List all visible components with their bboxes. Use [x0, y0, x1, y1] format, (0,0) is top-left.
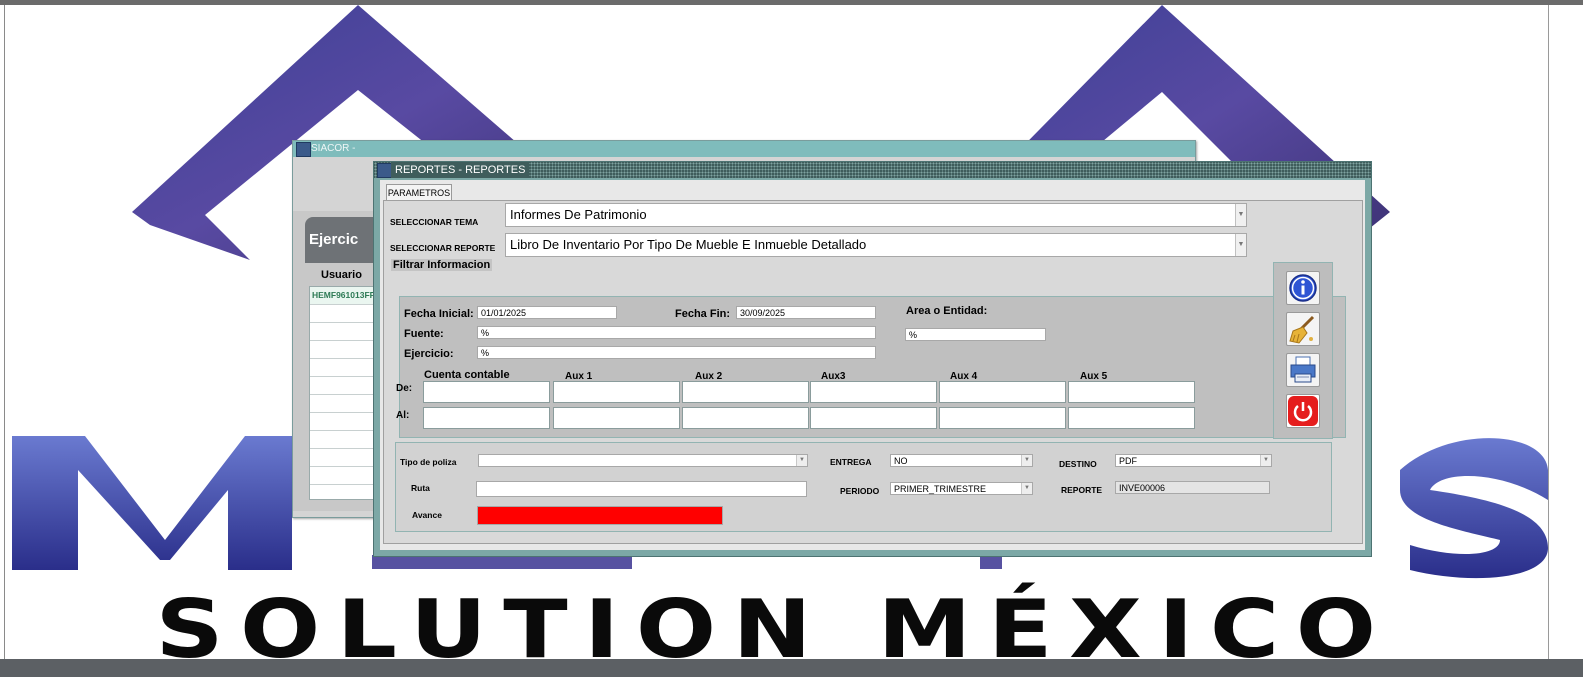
entrega-label: ENTREGA [830, 457, 872, 467]
tema-value: Informes De Patrimonio [510, 207, 647, 222]
tipo-poliza-label: Tipo de poliza [400, 457, 457, 467]
reporte-code-label: REPORTE [1061, 485, 1103, 495]
filter-panel: Fecha Inicial: 01/01/2025 Fecha Fin: 30/… [396, 296, 1346, 438]
table-row[interactable] [310, 305, 376, 323]
tab-parametros[interactable]: PARAMETROS [386, 184, 452, 201]
area-entidad-label: Area o Entidad: [906, 305, 988, 317]
action-button-panel [1273, 262, 1333, 439]
fecha-inicial-label: Fecha Inicial: [404, 308, 474, 320]
ruta-label: Ruta [411, 483, 430, 493]
table-row[interactable] [310, 449, 376, 467]
clear-button[interactable] [1286, 312, 1320, 346]
table-row[interactable] [310, 413, 376, 431]
print-button[interactable] [1286, 353, 1320, 387]
al-label: Al: [396, 410, 410, 421]
table-row[interactable] [310, 341, 376, 359]
tema-select[interactable]: Informes De Patrimonio ▼ [505, 203, 1247, 227]
table-row[interactable] [310, 467, 376, 485]
logo-letter-s [1400, 438, 1548, 579]
chevron-down-icon[interactable]: ▼ [1260, 455, 1271, 466]
avance-progress-fill [478, 507, 722, 524]
al-aux5-input[interactable] [1068, 407, 1195, 429]
al-aux2-input[interactable] [682, 407, 809, 429]
filtrar-informacion-label: Filtrar Informacion [391, 259, 493, 271]
reportes-client-area: PARAMETROS SELECCIONAR TEMA Informes De … [380, 180, 1365, 550]
de-label: De: [396, 383, 413, 394]
table-row[interactable] [310, 431, 376, 449]
destino-label: DESTINO [1059, 459, 1097, 469]
logo-stroke-2 [980, 555, 1002, 569]
chevron-down-icon[interactable]: ▼ [796, 455, 807, 466]
reportes-titlebar[interactable]: REPORTES - REPORTES [374, 162, 1371, 178]
entrega-value: NO [894, 456, 908, 466]
table-row[interactable] [310, 377, 376, 395]
de-aux3-input[interactable] [810, 381, 937, 403]
logo-text: SOLUTION MÉXICO [155, 583, 1393, 676]
chevron-down-icon[interactable]: ▼ [1021, 483, 1032, 494]
al-aux1-input[interactable] [553, 407, 680, 429]
periodo-label: PERIODO [840, 486, 880, 496]
exit-button[interactable] [1286, 394, 1320, 428]
fecha-fin-field[interactable]: 30/09/2025 [736, 306, 876, 319]
tipo-poliza-select[interactable]: ▼ [478, 454, 808, 467]
table-row[interactable]: HEMF961013FP [310, 287, 378, 305]
reportes-window[interactable]: REPORTES - REPORTES PARAMETROS SELECCION… [373, 161, 1372, 557]
periodo-value: PRIMER_TRIMESTRE [894, 484, 987, 494]
table-row[interactable] [310, 395, 376, 413]
usuario-column-header: Usuario [321, 269, 362, 281]
parametros-tab-body: SELECCIONAR TEMA Informes De Patrimonio … [383, 200, 1363, 544]
info-icon [1289, 274, 1317, 302]
app-icon [296, 142, 311, 157]
ejercicio-field[interactable]: % [477, 346, 876, 359]
periodo-select[interactable]: PRIMER_TRIMESTRE ▼ [890, 482, 1033, 495]
de-aux5-input[interactable] [1068, 381, 1195, 403]
al-aux3-input[interactable] [810, 407, 937, 429]
reporte-code-field: INVE00006 [1115, 481, 1270, 494]
al-cuenta-input[interactable] [423, 407, 550, 429]
app-icon [377, 163, 392, 178]
printer-icon [1290, 356, 1316, 383]
chevron-down-icon[interactable]: ▼ [1235, 234, 1246, 256]
broom-icon [1289, 315, 1315, 344]
fuente-field[interactable]: % [477, 326, 876, 339]
ejercicio-label: Ejercicio: [404, 348, 454, 360]
output-panel: Tipo de poliza ▼ Ruta Avance ENTREGA NO … [395, 442, 1332, 532]
reportes-title: REPORTES - REPORTES [391, 162, 530, 178]
chevron-down-icon[interactable]: ▼ [1235, 204, 1246, 226]
reporte-label: SELECCIONAR REPORTE [390, 243, 496, 253]
usuario-grid[interactable]: HEMF961013FP [309, 286, 378, 500]
table-row[interactable] [310, 359, 376, 377]
power-icon [1288, 396, 1318, 426]
avance-label: Avance [412, 510, 442, 520]
de-aux1-input[interactable] [553, 381, 680, 403]
logo-letter-m [12, 436, 292, 570]
siacor-title: SIACOR - [311, 143, 356, 154]
de-aux4-input[interactable] [939, 381, 1066, 403]
entrega-select[interactable]: NO ▼ [890, 454, 1033, 467]
bottom-taskbar [0, 659, 1583, 677]
ejercicio-heading: Ejercic [309, 231, 359, 248]
destino-value: PDF [1119, 456, 1137, 466]
avance-progress-track [477, 506, 723, 525]
tema-label: SELECCIONAR TEMA [390, 217, 479, 227]
cuenta-contable-label: Cuenta contable [424, 369, 510, 381]
al-aux4-input[interactable] [939, 407, 1066, 429]
de-aux2-input[interactable] [682, 381, 809, 403]
info-button[interactable] [1286, 271, 1320, 305]
siacor-titlebar[interactable]: SIACOR - [293, 141, 1195, 157]
logo-stroke [372, 555, 632, 569]
destino-select[interactable]: PDF ▼ [1115, 454, 1272, 467]
fuente-label: Fuente: [404, 328, 444, 340]
chevron-down-icon[interactable]: ▼ [1021, 455, 1032, 466]
de-cuenta-input[interactable] [423, 381, 550, 403]
reporte-value: Libro De Inventario Por Tipo De Mueble E… [510, 237, 867, 252]
reporte-select[interactable]: Libro De Inventario Por Tipo De Mueble E… [505, 233, 1247, 257]
fecha-inicial-field[interactable]: 01/01/2025 [477, 306, 617, 319]
ruta-field[interactable] [476, 481, 807, 497]
area-entidad-field[interactable]: % [905, 328, 1046, 341]
table-row[interactable] [310, 323, 376, 341]
fecha-fin-label: Fecha Fin: [675, 308, 731, 320]
